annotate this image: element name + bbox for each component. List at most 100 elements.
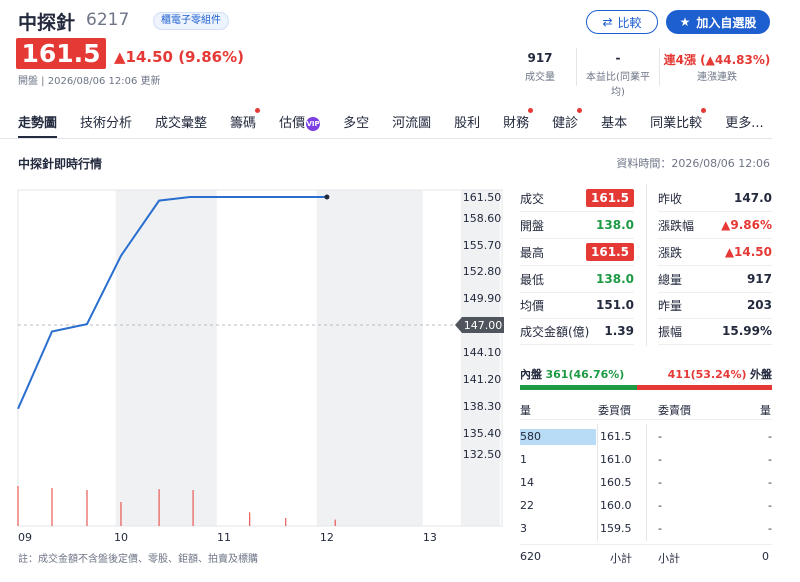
industry-tag[interactable]: 櫃電子零組件	[153, 12, 229, 30]
inner-bar	[520, 385, 637, 390]
x-tick-label: 11	[217, 531, 231, 544]
notification-dot	[528, 108, 534, 113]
bid-total: 620	[520, 550, 541, 563]
quote-value: 151.0	[596, 298, 634, 312]
quote-value: 1.39	[604, 324, 634, 338]
y-tick-label: 132.50	[463, 448, 502, 461]
tab-peer-compare[interactable]: 同業比較	[650, 108, 707, 139]
quote-label: 成交金額(億)	[520, 324, 590, 339]
reference-price-tag: 147.00	[455, 317, 504, 333]
x-tick-label: 12	[320, 531, 334, 544]
y-tick-label: 149.90	[463, 292, 502, 305]
orderbook-bid-qty: 3	[520, 522, 527, 535]
data-time: 資料時間：2026/08/06 12:06	[616, 157, 770, 170]
streak-value: 連4漲 (▲44.83%)	[663, 53, 771, 67]
orderbook-ask-qty: -	[768, 476, 772, 489]
tab-trades[interactable]: 成交彙整	[155, 112, 207, 139]
streak-stat: 連4漲 (▲44.83%) 連漲連跌	[662, 51, 772, 83]
tab-divider	[0, 138, 772, 139]
quote-row-right: 總量 917	[658, 266, 772, 292]
x-tick-label: 13	[423, 531, 437, 544]
pe-label: 本益比(同業平均)	[586, 72, 650, 98]
quote-row-left: 成交 161.5	[520, 185, 634, 211]
outer-bar	[637, 385, 772, 390]
quote-row-right: 振幅 15.99%	[658, 318, 772, 344]
quote-label: 最低	[520, 272, 545, 287]
quote-label: 開盤	[520, 218, 545, 233]
stock-code: 6217	[86, 10, 130, 30]
tab-dividend[interactable]: 股利	[454, 112, 480, 139]
orderbook-bid-price: 161.5	[600, 430, 632, 443]
orderbook-bid-qty: 1	[520, 453, 527, 466]
price-change: ▲14.50 (9.86%)	[114, 48, 244, 66]
add-watchlist-button[interactable]: ★ 加入自選股	[666, 10, 770, 34]
volume-value: 917	[527, 51, 553, 65]
section-title: 中探針即時行情	[18, 157, 103, 171]
streak-label: 連漲連跌	[697, 72, 737, 83]
bid-total-label: 小計	[610, 552, 632, 565]
orderbook-ask-qty: -	[768, 499, 772, 512]
tab-trend[interactable]: 走勢圖	[18, 112, 58, 139]
tab-chips[interactable]: 籌碼	[230, 108, 261, 139]
y-tick-label: 135.40	[463, 427, 502, 440]
outer-value: 411(53.24%)	[667, 368, 747, 381]
compare-button[interactable]: ⇄ 比較	[586, 10, 658, 34]
quote-row-left: 最低 138.0	[520, 266, 634, 292]
orderbook-bid-price: 160.0	[600, 499, 632, 512]
orderbook-bid-price: 160.5	[600, 476, 632, 489]
quote-label: 振幅	[658, 324, 683, 339]
orderbook-ask-price: -	[658, 453, 662, 466]
quote-label: 總量	[658, 272, 683, 287]
y-tick-label: 141.20	[463, 373, 502, 386]
orderbook-ask-price: -	[658, 430, 662, 443]
ask-total: 0	[762, 550, 769, 563]
volume-label: 成交量	[525, 72, 555, 83]
quote-row-right: 昨收 147.0	[658, 185, 772, 211]
orderbook-bid-price: 161.0	[600, 453, 632, 466]
orderbook-ask-price: -	[658, 499, 662, 512]
tab-long-short[interactable]: 多空	[343, 112, 369, 139]
tab-financial[interactable]: 財務	[503, 108, 534, 139]
quote-value: 15.99%	[722, 324, 772, 338]
y-tick-label: 138.30	[463, 400, 502, 413]
footnote: 註：成交金額不含盤後定價、零股、鉅額、拍賣及標購	[18, 554, 258, 565]
divider	[597, 424, 598, 541]
last-price-dot	[324, 194, 330, 200]
tab-more[interactable]: 更多...	[725, 112, 763, 139]
nav-tabs: 走勢圖 技術分析 成交彙整 籌碼 估價VIP 多空 河流圖 股利 財務 健診 基…	[18, 108, 764, 139]
quote-value: 138.0	[596, 272, 634, 286]
tab-valuation[interactable]: 估價VIP	[279, 112, 321, 139]
stock-name: 中探針	[18, 12, 76, 34]
pe-stat: - 本益比(同業平均)	[580, 51, 656, 98]
quote-value: 138.0	[596, 218, 634, 232]
y-tick-label: 152.80	[463, 265, 502, 278]
quote-row-right: 漲跌 ▲14.50	[658, 239, 772, 265]
quote-label: 漲跌	[658, 245, 683, 260]
tab-health[interactable]: 健診	[552, 108, 583, 139]
divider	[520, 344, 634, 345]
tab-technical[interactable]: 技術分析	[80, 112, 132, 139]
tab-river[interactable]: 河流圖	[392, 112, 431, 139]
plot-frame	[17, 189, 503, 527]
bid-qty-header: 量	[520, 404, 531, 417]
quote-label: 漲跌幅	[658, 218, 695, 233]
inner-value: 361(46.76%)	[545, 368, 625, 381]
orderbook-bid-qty: 14	[520, 476, 534, 489]
y-tick-label: 158.60	[463, 212, 502, 225]
quote-label: 最高	[520, 245, 545, 260]
tab-basic[interactable]: 基本	[601, 112, 627, 139]
y-tick-label: 161.50	[463, 191, 502, 204]
quote-value: 161.5	[586, 189, 634, 207]
compare-icon: ⇄	[602, 15, 613, 29]
quote-value: 203	[746, 298, 772, 312]
orderbook-ask-qty: -	[768, 522, 772, 535]
quote-value: 147.0	[734, 191, 772, 205]
y-tick-label: 147.00	[464, 319, 503, 332]
quote-value: 917	[746, 272, 772, 286]
ask-price-header: 委賣價	[658, 404, 691, 417]
orderbook-ask-qty: -	[768, 453, 772, 466]
intraday-chart[interactable]: 161.50 158.60 155.70 152.80 149.90 147.00 144.…	[0, 180, 510, 545]
bid-price-header: 委買價	[598, 404, 631, 417]
orderbook-ask-price: -	[658, 522, 662, 535]
quote-label: 成交	[520, 191, 545, 206]
